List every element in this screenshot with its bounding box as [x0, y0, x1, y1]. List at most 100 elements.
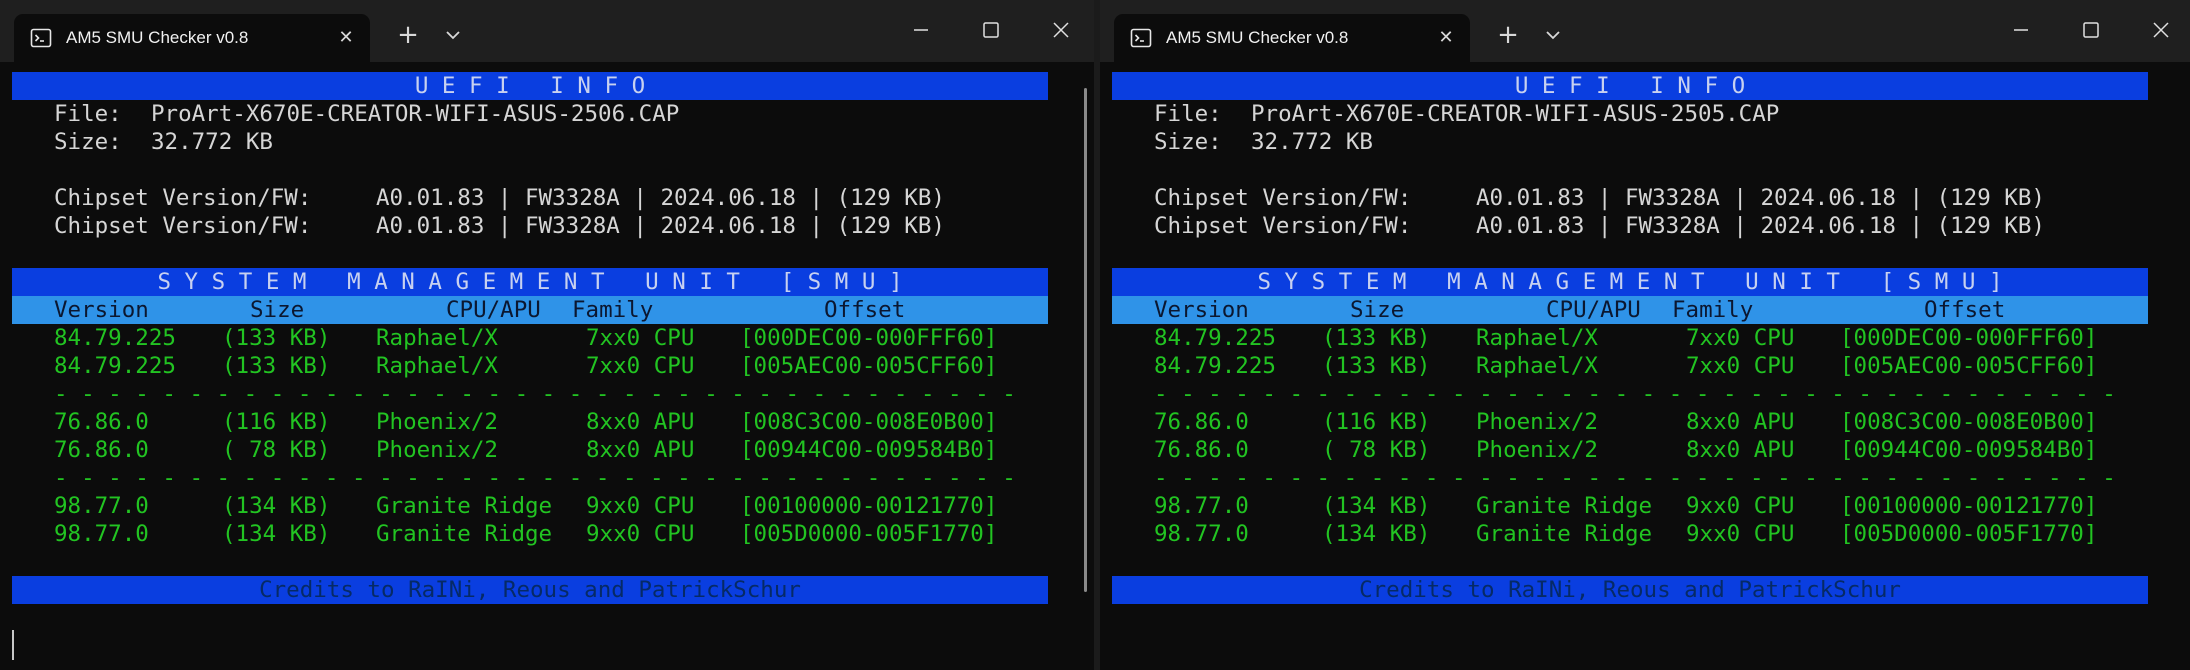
credits-text: Credits to RaINi, Reous and PatrickSchur [259, 577, 801, 603]
column-header-bar: Version Size CPU/APU Family Offset [12, 296, 1048, 324]
smu-version: 84.79.225 [1154, 325, 1276, 351]
smu-cpu: Granite Ridge [1476, 521, 1653, 547]
close-icon[interactable]: ✕ [1432, 24, 1460, 52]
scrollbar[interactable] [1084, 88, 1087, 592]
close-icon[interactable] [1038, 10, 1084, 50]
smu-offset: [000DEC00-000FFF60] [1840, 325, 2098, 351]
smu-cpu: Phoenix/2 [1476, 437, 1598, 463]
maximize-icon[interactable] [2068, 10, 2114, 50]
size-value: 32.772 KB [151, 129, 273, 155]
text-cursor [12, 630, 14, 660]
separator-line: - - - - - - - - - - - - - - - - - - - - … [54, 465, 1016, 491]
plus-icon[interactable]: + [391, 18, 425, 52]
smu-version: 76.86.0 [1154, 409, 1249, 435]
chipset-value: A0.01.83 | FW3328A | 2024.06.18 | (129 K… [376, 185, 945, 211]
smu-version: 84.79.225 [54, 325, 176, 351]
chipset-label: Chipset Version/FW: [1154, 185, 1412, 211]
chevron-down-icon[interactable] [1536, 18, 1570, 52]
smu-family: 8xx0 APU [1686, 437, 1795, 463]
smu-offset: [005AEC00-005CFF60] [740, 353, 998, 379]
plus-icon[interactable]: + [1491, 18, 1525, 52]
minimize-icon[interactable] [1998, 10, 2044, 50]
close-icon[interactable]: ✕ [332, 24, 360, 52]
column-cpu-apu: CPU/APU [1546, 297, 1641, 323]
smu-cpu: Raphael/X [1476, 353, 1598, 379]
smu-row: 98.77.0 (134 KB) Granite Ridge 9xx0 CPU … [1112, 492, 2148, 520]
smu-size: (133 KB) [222, 353, 331, 379]
smu-row: 84.79.225 (133 KB) Raphael/X 7xx0 CPU [0… [1112, 352, 2148, 380]
size-line: Size: 32.772 KB [1112, 128, 2148, 156]
smu-size: (134 KB) [1322, 493, 1431, 519]
minimize-icon[interactable] [898, 10, 944, 50]
smu-family: 7xx0 CPU [586, 325, 695, 351]
smu-version: 76.86.0 [54, 437, 149, 463]
smu-version: 84.79.225 [54, 353, 176, 379]
title-bar: AM5 SMU Checker v0.8 ✕ + [1100, 0, 2190, 62]
size-line: Size: 32.772 KB [12, 128, 1048, 156]
chipset-value: A0.01.83 | FW3328A | 2024.06.18 | (129 K… [1476, 213, 2045, 239]
smu-size: (134 KB) [222, 521, 331, 547]
smu-offset: [008C3C00-008E0B00] [1840, 409, 2098, 435]
smu-version: 84.79.225 [1154, 353, 1276, 379]
maximize-icon[interactable] [968, 10, 1014, 50]
smu-size: ( 78 KB) [222, 437, 331, 463]
terminal-window-left: AM5 SMU Checker v0.8 ✕ + U E F I I N F O… [0, 0, 1094, 670]
smu-version: 98.77.0 [1154, 493, 1249, 519]
separator-line: - - - - - - - - - - - - - - - - - - - - … [1154, 381, 2116, 407]
smu-cpu: Raphael/X [376, 353, 498, 379]
chipset-label: Chipset Version/FW: [54, 213, 312, 239]
smu-family: 8xx0 APU [1686, 409, 1795, 435]
smu-version: 98.77.0 [1154, 521, 1249, 547]
smu-offset: [005D0000-005F1770] [1840, 521, 2098, 547]
smu-offset: [000DEC00-000FFF60] [740, 325, 998, 351]
file-name: ProArt-X670E-CREATOR-WIFI-ASUS-2506.CAP [151, 101, 680, 127]
smu-offset: [00100000-00121770] [740, 493, 998, 519]
terminal-output: U E F I I N F O File: ProArt-X670E-CREAT… [1112, 72, 2148, 604]
smu-size: (134 KB) [1322, 521, 1431, 547]
smu-row: 76.86.0 (116 KB) Phoenix/2 8xx0 APU [008… [1112, 408, 2148, 436]
column-offset: Offset [1924, 297, 2006, 323]
column-offset: Offset [824, 297, 906, 323]
credits-bar: Credits to RaINi, Reous and PatrickSchur [12, 576, 1048, 604]
terminal-icon [30, 28, 52, 48]
smu-row: 76.86.0 (116 KB) Phoenix/2 8xx0 APU [008… [12, 408, 1048, 436]
uefi-info-header: U E F I I N F O [12, 72, 1048, 100]
smu-family: 9xx0 CPU [586, 493, 695, 519]
credits-bar: Credits to RaINi, Reous and PatrickSchur [1112, 576, 2148, 604]
close-icon[interactable] [2138, 10, 2184, 50]
smu-row: 84.79.225 (133 KB) Raphael/X 7xx0 CPU [0… [12, 324, 1048, 352]
smu-family: 9xx0 CPU [1686, 521, 1795, 547]
smu-row: 76.86.0 ( 78 KB) Phoenix/2 8xx0 APU [009… [1112, 436, 2148, 464]
terminal-tab[interactable]: AM5 SMU Checker v0.8 ✕ [1114, 14, 1470, 62]
smu-size: (116 KB) [1322, 409, 1431, 435]
column-header-bar: Version Size CPU/APU Family Offset [1112, 296, 2148, 324]
chevron-down-icon[interactable] [436, 18, 470, 52]
smu-size: (133 KB) [1322, 325, 1431, 351]
smu-version: 76.86.0 [1154, 437, 1249, 463]
column-family: Family [1672, 297, 1754, 323]
smu-row: 76.86.0 ( 78 KB) Phoenix/2 8xx0 APU [009… [12, 436, 1048, 464]
smu-cpu: Raphael/X [1476, 325, 1598, 351]
terminal-window-right: AM5 SMU Checker v0.8 ✕ + U E F I I N F O… [1100, 0, 2190, 670]
credits-text: Credits to RaINi, Reous and PatrickSchur [1359, 577, 1901, 603]
smu-cpu: Phoenix/2 [1476, 409, 1598, 435]
file-name: ProArt-X670E-CREATOR-WIFI-ASUS-2505.CAP [1251, 101, 1780, 127]
size-label: Size: [1154, 129, 1222, 155]
terminal-tab[interactable]: AM5 SMU Checker v0.8 ✕ [14, 14, 370, 62]
chipset-label: Chipset Version/FW: [54, 185, 312, 211]
smu-cpu: Phoenix/2 [376, 409, 498, 435]
smu-family: 8xx0 APU [586, 409, 695, 435]
separator-line: - - - - - - - - - - - - - - - - - - - - … [1154, 465, 2116, 491]
column-size: Size [250, 297, 305, 323]
file-label: File: [1154, 101, 1222, 127]
smu-row: 98.77.0 (134 KB) Granite Ridge 9xx0 CPU … [1112, 520, 2148, 548]
smu-offset: [00100000-00121770] [1840, 493, 2098, 519]
chipset-line: Chipset Version/FW: A0.01.83 | FW3328A |… [1112, 184, 2148, 212]
chipset-line: Chipset Version/FW: A0.01.83 | FW3328A |… [12, 212, 1048, 240]
chipset-value: A0.01.83 | FW3328A | 2024.06.18 | (129 K… [1476, 185, 2045, 211]
smu-size: (116 KB) [222, 409, 331, 435]
smu-size: ( 78 KB) [1322, 437, 1431, 463]
